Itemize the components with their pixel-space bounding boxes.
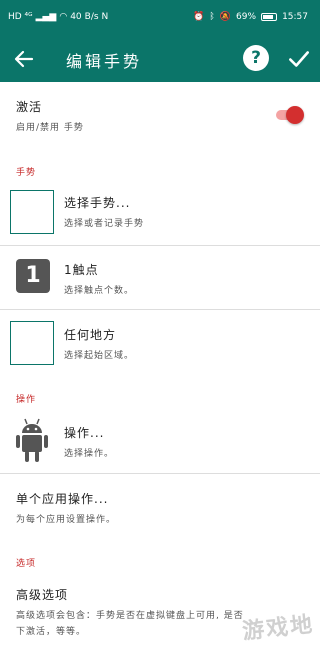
mute-icon: 🔕 — [219, 12, 232, 22]
help-button[interactable]: ? — [243, 45, 269, 71]
divider — [0, 245, 320, 246]
touch-count-subtitle: 选择触点个数。 — [64, 286, 135, 296]
select-gesture-item[interactable]: 选择手势... 选择或者记录手势 — [0, 186, 320, 240]
area-preview-icon — [10, 321, 54, 365]
status-right: ⏰ ᛒ 🔕 69% 15:57 — [193, 12, 308, 22]
enable-subtitle: 启用/禁用 手势 — [16, 123, 84, 133]
single-app-title: 单个应用操作... — [16, 492, 109, 506]
select-gesture-subtitle: 选择或者记录手势 — [64, 219, 145, 229]
status-left: HD ⁴ᴳ ▂▄▆ ◠ 40 B/s N — [8, 12, 108, 22]
status-bar: HD ⁴ᴳ ▂▄▆ ◠ 40 B/s N ⏰ ᛒ 🔕 69% 15:57 — [0, 0, 320, 36]
speed-unit: B/s — [84, 12, 99, 22]
alarm-icon: ⏰ — [193, 12, 205, 22]
section-gesture: 手势 — [16, 168, 37, 178]
android-robot-icon — [16, 418, 48, 462]
single-app-action-item[interactable]: 单个应用操作... 为每个应用设置操作。 — [0, 482, 320, 526]
divider — [0, 309, 320, 310]
section-options: 选项 — [16, 559, 37, 569]
battery-icon — [261, 13, 278, 21]
single-app-subtitle: 为每个应用设置操作。 — [16, 515, 117, 525]
section-action: 操作 — [16, 395, 37, 405]
touch-count-item[interactable]: 1 1触点 选择触点个数。 — [0, 252, 320, 304]
action-subtitle: 选择操作。 — [64, 449, 115, 459]
clock: 15:57 — [282, 12, 308, 22]
enable-toggle[interactable] — [272, 106, 306, 124]
start-area-subtitle: 选择起始区域。 — [64, 351, 135, 361]
wifi-icon: ◠ — [59, 12, 68, 22]
battery-percent: 69% — [236, 12, 257, 22]
enable-title: 激活 — [16, 100, 43, 114]
toggle-knob — [286, 106, 304, 124]
advanced-title: 高级选项 — [16, 588, 69, 602]
bluetooth-icon: ᛒ — [209, 12, 215, 22]
touch-count-icon: 1 — [16, 259, 50, 293]
back-arrow-icon[interactable] — [12, 47, 36, 71]
page-title: 编辑手势 — [66, 52, 143, 71]
gesture-preview-icon — [10, 190, 54, 234]
confirm-check-icon[interactable] — [286, 46, 312, 72]
toolbar: 编辑手势 ? — [0, 36, 320, 82]
enable-row[interactable]: 激活 启用/禁用 手势 — [0, 92, 320, 142]
signal-icon: ▂▄▆ — [35, 12, 57, 22]
start-area-title: 任何地方 — [64, 328, 117, 342]
action-title: 操作... — [64, 426, 105, 440]
start-area-item[interactable]: 任何地方 选择起始区域。 — [0, 316, 320, 370]
action-item[interactable]: 操作... 选择操作。 — [0, 412, 320, 468]
select-gesture-title: 选择手势... — [64, 196, 131, 210]
speed-value: 40 — [70, 12, 82, 22]
nfc-icon: N — [101, 12, 109, 22]
divider — [0, 473, 320, 474]
network-indicator: HD ⁴ᴳ — [8, 12, 33, 22]
touch-count-title: 1触点 — [64, 263, 99, 277]
